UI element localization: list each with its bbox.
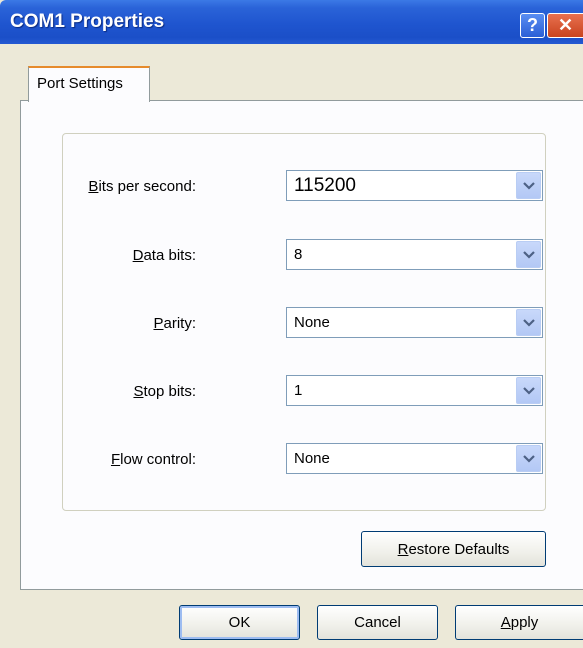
label-text: arity: bbox=[163, 315, 196, 332]
label-text: ata bits: bbox=[143, 247, 196, 264]
label-text: its per second: bbox=[98, 178, 196, 195]
parity-label: Parity: bbox=[153, 315, 196, 332]
hotkey-letter: S bbox=[133, 383, 144, 400]
flow-control-select[interactable]: None bbox=[286, 443, 543, 474]
chevron-down-icon[interactable] bbox=[516, 309, 541, 336]
flow-control-label: Flow control: bbox=[111, 451, 196, 468]
apply-button[interactable]: Apply bbox=[455, 605, 583, 640]
chevron-down-icon[interactable] bbox=[516, 377, 541, 404]
com1-properties-dialog: COM1 Properties ? ✕ Port Settings Bits p… bbox=[0, 0, 583, 648]
data-bits-select[interactable]: 8 bbox=[286, 239, 543, 270]
bits-per-second-label: Bits per second: bbox=[88, 178, 196, 195]
data-bits-label: Data bits: bbox=[133, 247, 196, 264]
cancel-button[interactable]: Cancel bbox=[317, 605, 438, 640]
chevron-down-icon[interactable] bbox=[516, 172, 541, 199]
label-text: low control: bbox=[120, 451, 196, 468]
hotkey-letter: P bbox=[153, 315, 164, 332]
stop-bits-value: 1 bbox=[294, 382, 303, 399]
tab-port-settings[interactable]: Port Settings bbox=[28, 66, 150, 102]
hotkey-letter: A bbox=[500, 614, 511, 631]
hotkey-letter: F bbox=[110, 451, 121, 468]
hotkey-letter: D bbox=[132, 247, 144, 264]
ok-button[interactable]: OK bbox=[179, 605, 300, 640]
title-bar[interactable]: COM1 Properties ? ✕ bbox=[0, 0, 583, 44]
label-text: top bits: bbox=[143, 383, 196, 400]
hotkey-letter: R bbox=[397, 540, 409, 558]
chevron-down-icon[interactable] bbox=[516, 241, 541, 268]
flow-control-value: None bbox=[294, 450, 330, 467]
settings-group: Bits per second: 115200 Data bits: 8 Par… bbox=[62, 133, 546, 511]
hotkey-letter: B bbox=[88, 178, 99, 195]
restore-defaults-button[interactable]: Restore Defaults bbox=[361, 531, 546, 567]
stop-bits-label: Stop bits: bbox=[133, 383, 196, 400]
button-label: estore Defaults bbox=[408, 540, 510, 558]
close-icon[interactable]: ✕ bbox=[547, 13, 583, 38]
bits-per-second-value: 115200 bbox=[294, 175, 356, 196]
port-settings-panel: Bits per second: 115200 Data bits: 8 Par… bbox=[20, 100, 583, 590]
chevron-down-icon[interactable] bbox=[516, 445, 541, 472]
parity-select[interactable]: None bbox=[286, 307, 543, 338]
bits-per-second-select[interactable]: 115200 bbox=[286, 170, 543, 201]
button-label: pply bbox=[510, 614, 539, 631]
stop-bits-select[interactable]: 1 bbox=[286, 375, 543, 406]
data-bits-value: 8 bbox=[294, 246, 303, 263]
parity-value: None bbox=[294, 314, 330, 331]
window-title: COM1 Properties bbox=[10, 11, 165, 32]
help-icon[interactable]: ? bbox=[520, 13, 545, 38]
